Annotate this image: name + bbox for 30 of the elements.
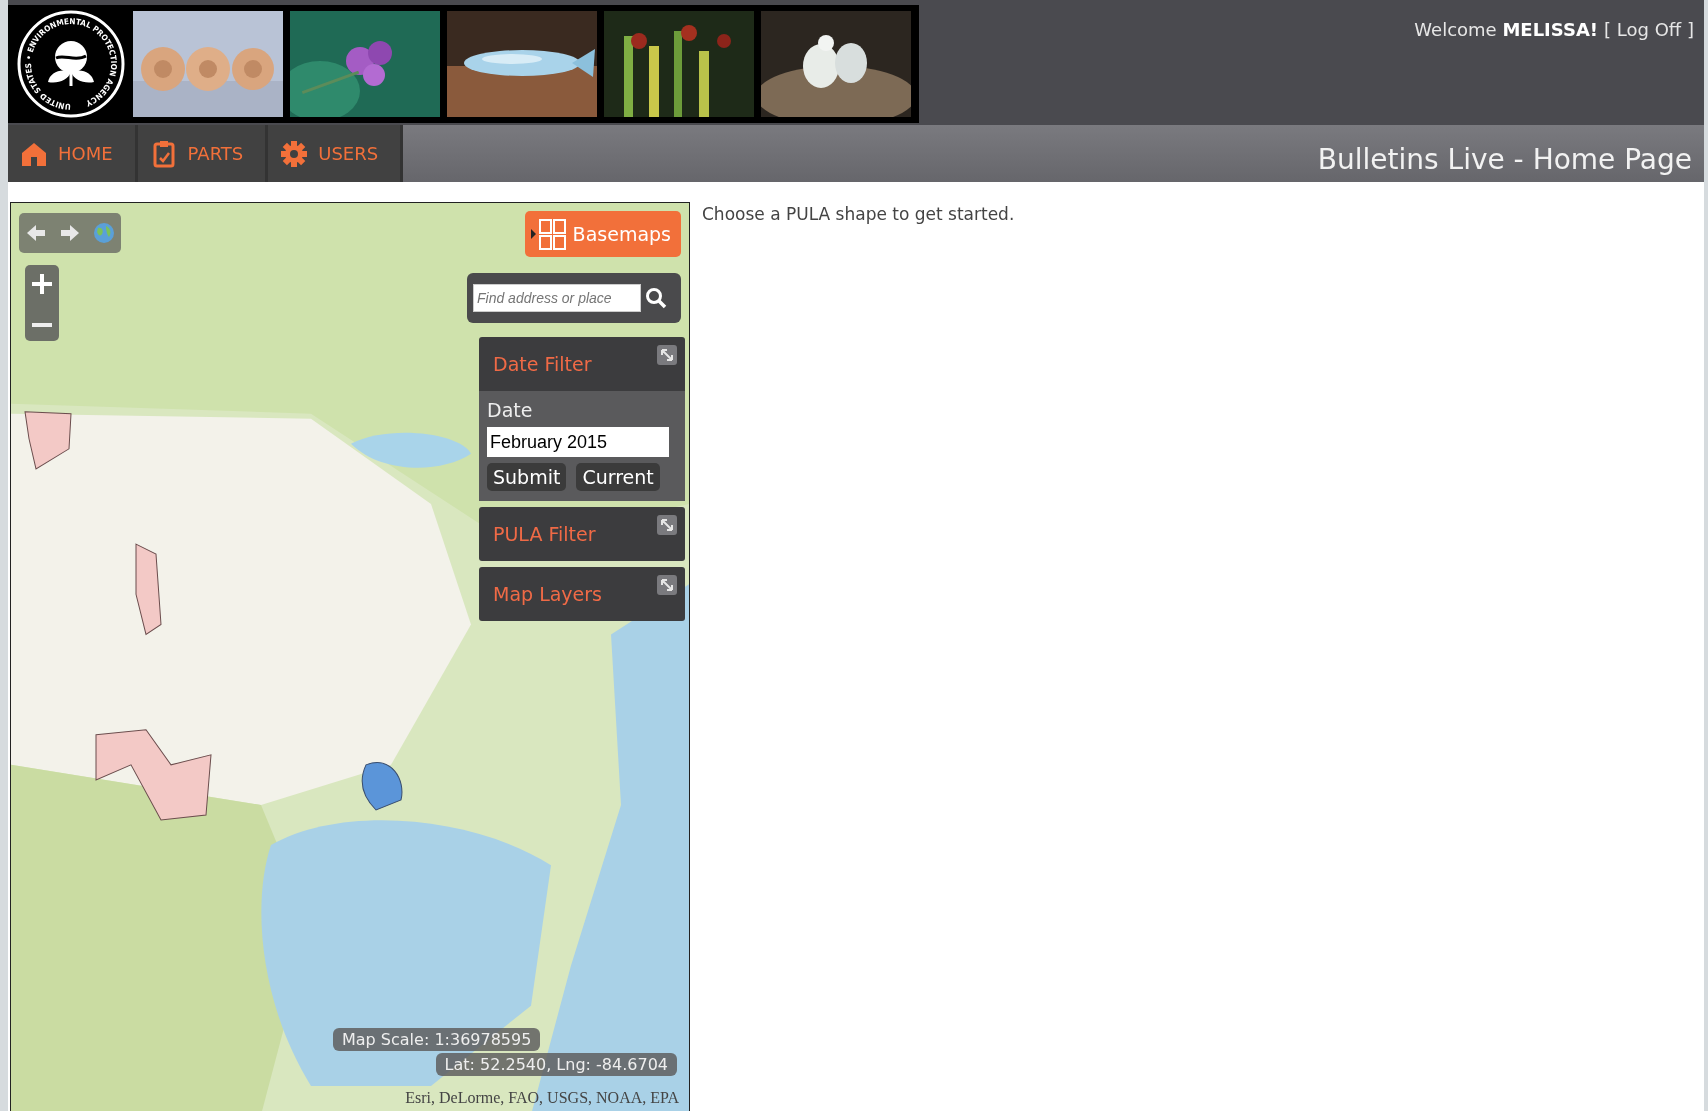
nav-tab[interactable]: PARTS (137, 125, 269, 182)
instruction-text: Choose a PULA shape to get started. (702, 203, 1015, 226)
panel-button[interactable]: Submit (487, 463, 567, 491)
basemaps-button[interactable]: Basemaps (524, 211, 681, 257)
grid-icon (530, 217, 567, 251)
back-arrow-icon[interactable] (25, 222, 47, 244)
log-off-link[interactable]: [ Log Off ] (1604, 19, 1694, 40)
panel-title[interactable]: Map Layers (493, 583, 602, 605)
panel-title[interactable]: PULA Filter (493, 523, 596, 545)
minus-icon (32, 322, 52, 327)
welcome-text: Welcome MELISSA! (1414, 19, 1599, 40)
panel-title[interactable]: Date Filter (493, 353, 592, 375)
forward-arrow-icon[interactable] (59, 222, 81, 244)
page-title: Bulletins Live - Home Page (1317, 143, 1693, 178)
map-attribution: Esri, DeLorme, FAO, USGS, NOAA, EPA (405, 1089, 679, 1107)
search-field[interactable]: Find address or place (473, 284, 641, 312)
nav-tab[interactable]: HOME (8, 125, 138, 182)
coordinates-label: Lat: 52.2540, Lng: -84.6704 (435, 1053, 677, 1076)
field-label: Date (487, 399, 534, 421)
gear-icon (280, 139, 309, 168)
zoom-in-button[interactable] (29, 271, 55, 297)
map-scale-label: Map Scale: 1:36978595 (333, 1028, 541, 1051)
nav-tab[interactable]: USERS (268, 125, 404, 182)
expand-icon[interactable] (657, 345, 677, 365)
plus-icon (29, 271, 55, 297)
expand-icon[interactable] (657, 515, 677, 535)
search-icon[interactable] (645, 287, 667, 309)
expand-icon[interactable] (657, 575, 677, 595)
panel-button[interactable]: Current (576, 463, 660, 491)
date-field[interactable]: February 2015 (487, 427, 669, 457)
